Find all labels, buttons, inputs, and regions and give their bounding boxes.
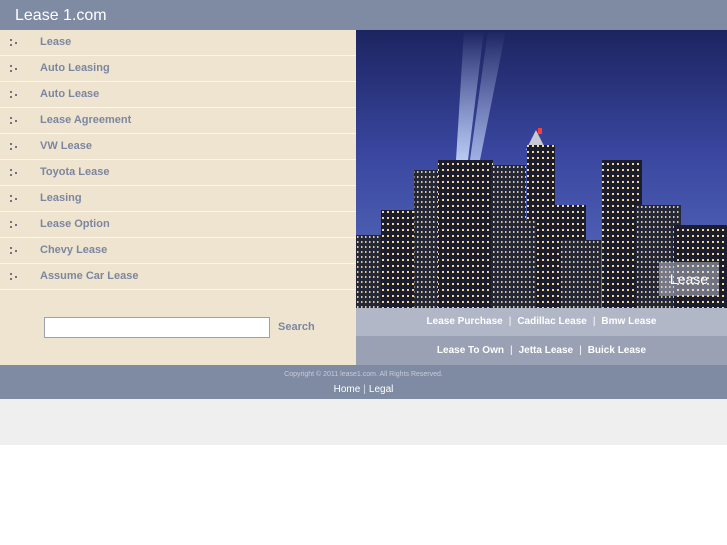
sidebar-item-label: Chevy Lease [40,244,108,256]
bullet-icon [9,168,19,178]
bullet-icon [9,38,19,48]
bullet-icon [9,246,19,256]
footer-links: Home | Legal [0,384,727,396]
sidebar-item-label: Toyota Lease [40,166,110,178]
link-buick-lease[interactable]: Buick Lease [588,345,646,356]
sidebar-item-label: Lease [40,36,72,48]
copyright-text: Copyright © 2011 lease1.com. All Rights … [284,371,443,378]
search-button[interactable]: Search [278,321,315,334]
sidebar-item-label: Lease Agreement [40,114,132,126]
sidebar-item-assume-car-lease[interactable]: Assume Car Lease [0,264,356,290]
sidebar-item-lease-option[interactable]: Lease Option [0,212,356,238]
sidebar-item-leasing[interactable]: Leasing [0,186,356,212]
bullet-icon [9,194,19,204]
sidebar-nav: Lease Auto Leasing Auto Lease Lease Agre… [0,30,356,365]
sidebar-item-auto-lease[interactable]: Auto Lease [0,82,356,108]
link-cadillac-lease[interactable]: Cadillac Lease [517,316,586,327]
sidebar-item-vw-lease[interactable]: VW Lease [0,134,356,160]
search-input[interactable] [44,317,270,338]
sidebar-item-label: Auto Leasing [40,62,110,74]
link-separator: | [592,316,596,327]
sidebar-item-label: Assume Car Lease [40,270,139,282]
footer-link-legal[interactable]: Legal [369,384,393,395]
footer-link-home[interactable]: Home [334,384,361,395]
bullet-icon [9,272,19,282]
site-footer: Copyright © 2011 lease1.com. All Rights … [0,365,727,399]
sidebar-item-label: Leasing [40,192,82,204]
hero-image: Lease [356,30,727,308]
link-separator: | [509,345,513,356]
bullet-icon [9,142,19,152]
link-bmw-lease[interactable]: Bmw Lease [601,316,656,327]
related-links-row-2: Lease To Own | Jetta Lease | Buick Lease [356,336,727,365]
sidebar-item-lease[interactable]: Lease [0,30,356,56]
bullet-icon [9,64,19,74]
lower-band [0,399,727,445]
site-header: Lease 1.com [0,0,727,30]
bullet-icon [9,116,19,126]
sidebar-item-chevy-lease[interactable]: Chevy Lease [0,238,356,264]
link-jetta-lease[interactable]: Jetta Lease [519,345,573,356]
link-separator: | [579,345,582,356]
sidebar-item-auto-leasing[interactable]: Auto Leasing [0,56,356,82]
hero-badge[interactable]: Lease [659,262,719,296]
sidebar-item-label: Lease Option [40,218,110,230]
bullet-icon [9,90,19,100]
related-links-row-1: Lease Purchase | Cadillac Lease | Bmw Lease [356,308,727,336]
link-separator: | [508,316,512,327]
site-title[interactable]: Lease 1.com [15,7,107,25]
link-lease-purchase[interactable]: Lease Purchase [427,316,503,327]
bullet-icon [9,220,19,230]
sidebar-item-toyota-lease[interactable]: Toyota Lease [0,160,356,186]
footer-separator: | [363,384,366,395]
sidebar-item-label: VW Lease [40,140,92,152]
sidebar-item-lease-agreement[interactable]: Lease Agreement [0,108,356,134]
sidebar-item-label: Auto Lease [40,88,100,100]
link-lease-to-own[interactable]: Lease To Own [437,345,504,356]
